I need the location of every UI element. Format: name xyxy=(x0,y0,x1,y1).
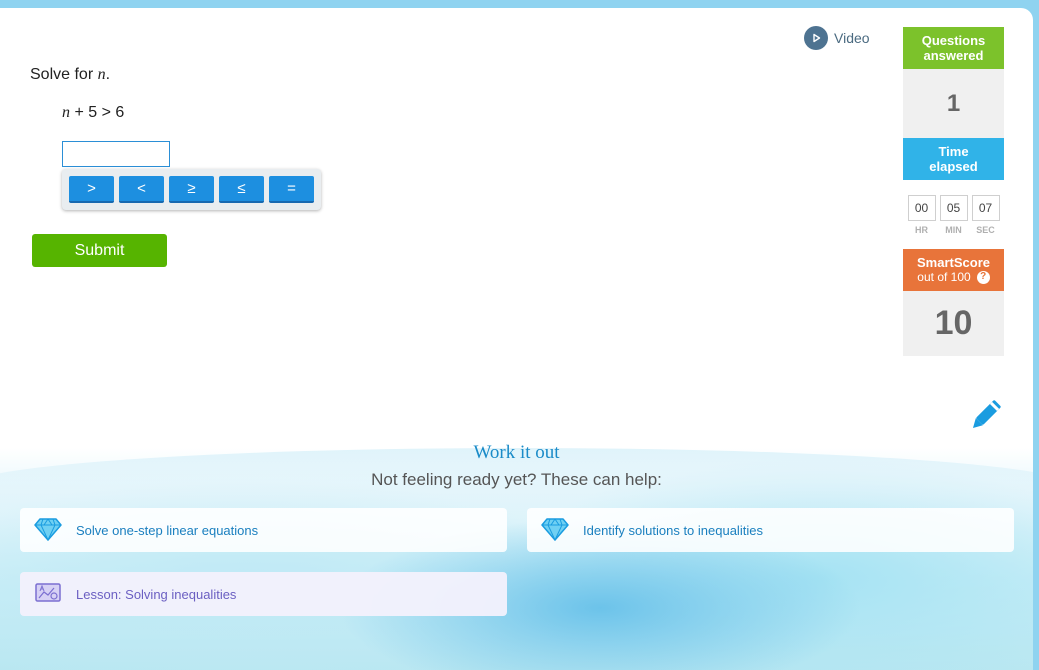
key-less-equal[interactable]: ≤ xyxy=(219,176,264,203)
diamond-icon xyxy=(541,517,569,544)
expression-variable: n xyxy=(62,104,70,121)
timer-minutes: 05 xyxy=(939,194,968,221)
timer-labels: HR MIN SEC xyxy=(908,225,1000,235)
smartscore-header: SmartScore out of 100 ? xyxy=(903,249,1004,291)
smartscore-sub-label: out of 100 xyxy=(917,270,971,284)
smartscore-sub: out of 100 ? xyxy=(903,270,1004,284)
prompt-suffix: . xyxy=(105,66,111,83)
video-label: Video xyxy=(834,30,870,46)
pencil-icon[interactable] xyxy=(965,396,1005,441)
timer-hours-label: HR xyxy=(915,224,928,235)
questions-answered-header: Questions answered xyxy=(903,27,1004,69)
key-greater-than[interactable]: > xyxy=(69,176,114,203)
help-link-label: Lesson: Solving inequalities xyxy=(76,586,237,602)
stats-panel: Questions answered 1 Time elapsed 00 05 … xyxy=(903,27,1004,356)
time-label-1: Time xyxy=(938,144,969,159)
work-it-out-subtitle: Not feeling ready yet? These can help: xyxy=(371,470,662,489)
smartscore-help-icon[interactable]: ? xyxy=(976,270,990,284)
help-link-identify-solutions[interactable]: Identify solutions to inequalities xyxy=(527,508,1014,552)
timer-hours: 00 xyxy=(907,194,936,221)
answer-input[interactable] xyxy=(62,141,170,167)
diamond-icon xyxy=(34,517,62,544)
key-equal[interactable]: = xyxy=(269,176,314,203)
expression-rest: + 5 > 6 xyxy=(70,104,125,121)
practice-card: Video Solve for n. n + 5 > 6 > < ≥ ≤ = S… xyxy=(0,8,1033,670)
timer-seconds: 07 xyxy=(971,194,1000,221)
questions-label-2: answered xyxy=(923,48,984,63)
questions-label-1: Questions xyxy=(921,33,986,48)
symbol-keypad: > < ≥ ≤ = xyxy=(62,169,321,210)
help-link-label: Identify solutions to inequalities xyxy=(583,522,763,538)
smartscore-value: 10 xyxy=(903,291,1004,356)
prompt-prefix: Solve for xyxy=(30,66,98,83)
key-greater-equal[interactable]: ≥ xyxy=(169,176,214,203)
key-less-than[interactable]: < xyxy=(119,176,164,203)
time-elapsed-header: Time elapsed xyxy=(903,138,1004,180)
prompt-variable: n xyxy=(97,66,106,83)
help-link-lesson[interactable]: Lesson: Solving inequalities xyxy=(20,572,507,616)
play-icon xyxy=(804,26,828,50)
smartscore-label: SmartScore xyxy=(917,255,990,270)
timer-row: 00 05 07 xyxy=(907,194,1000,221)
submit-button[interactable]: Submit xyxy=(32,234,167,267)
timer-minutes-label: MIN xyxy=(945,224,962,235)
inequality-expression: n + 5 > 6 xyxy=(62,104,124,122)
work-it-out-title: Work it out xyxy=(473,442,560,463)
timer-seconds-label: SEC xyxy=(976,224,995,235)
video-link[interactable]: Video xyxy=(804,26,870,50)
time-elapsed-body: 00 05 07 HR MIN SEC xyxy=(903,180,1004,249)
lesson-board-icon xyxy=(34,581,62,608)
questions-answered-value: 1 xyxy=(903,69,1004,138)
help-link-label: Solve one-step linear equations xyxy=(76,522,259,538)
time-label-2: elapsed xyxy=(929,159,978,174)
question-prompt: Solve for n. xyxy=(30,66,110,84)
help-link-one-step-equations[interactable]: Solve one-step linear equations xyxy=(20,508,507,552)
